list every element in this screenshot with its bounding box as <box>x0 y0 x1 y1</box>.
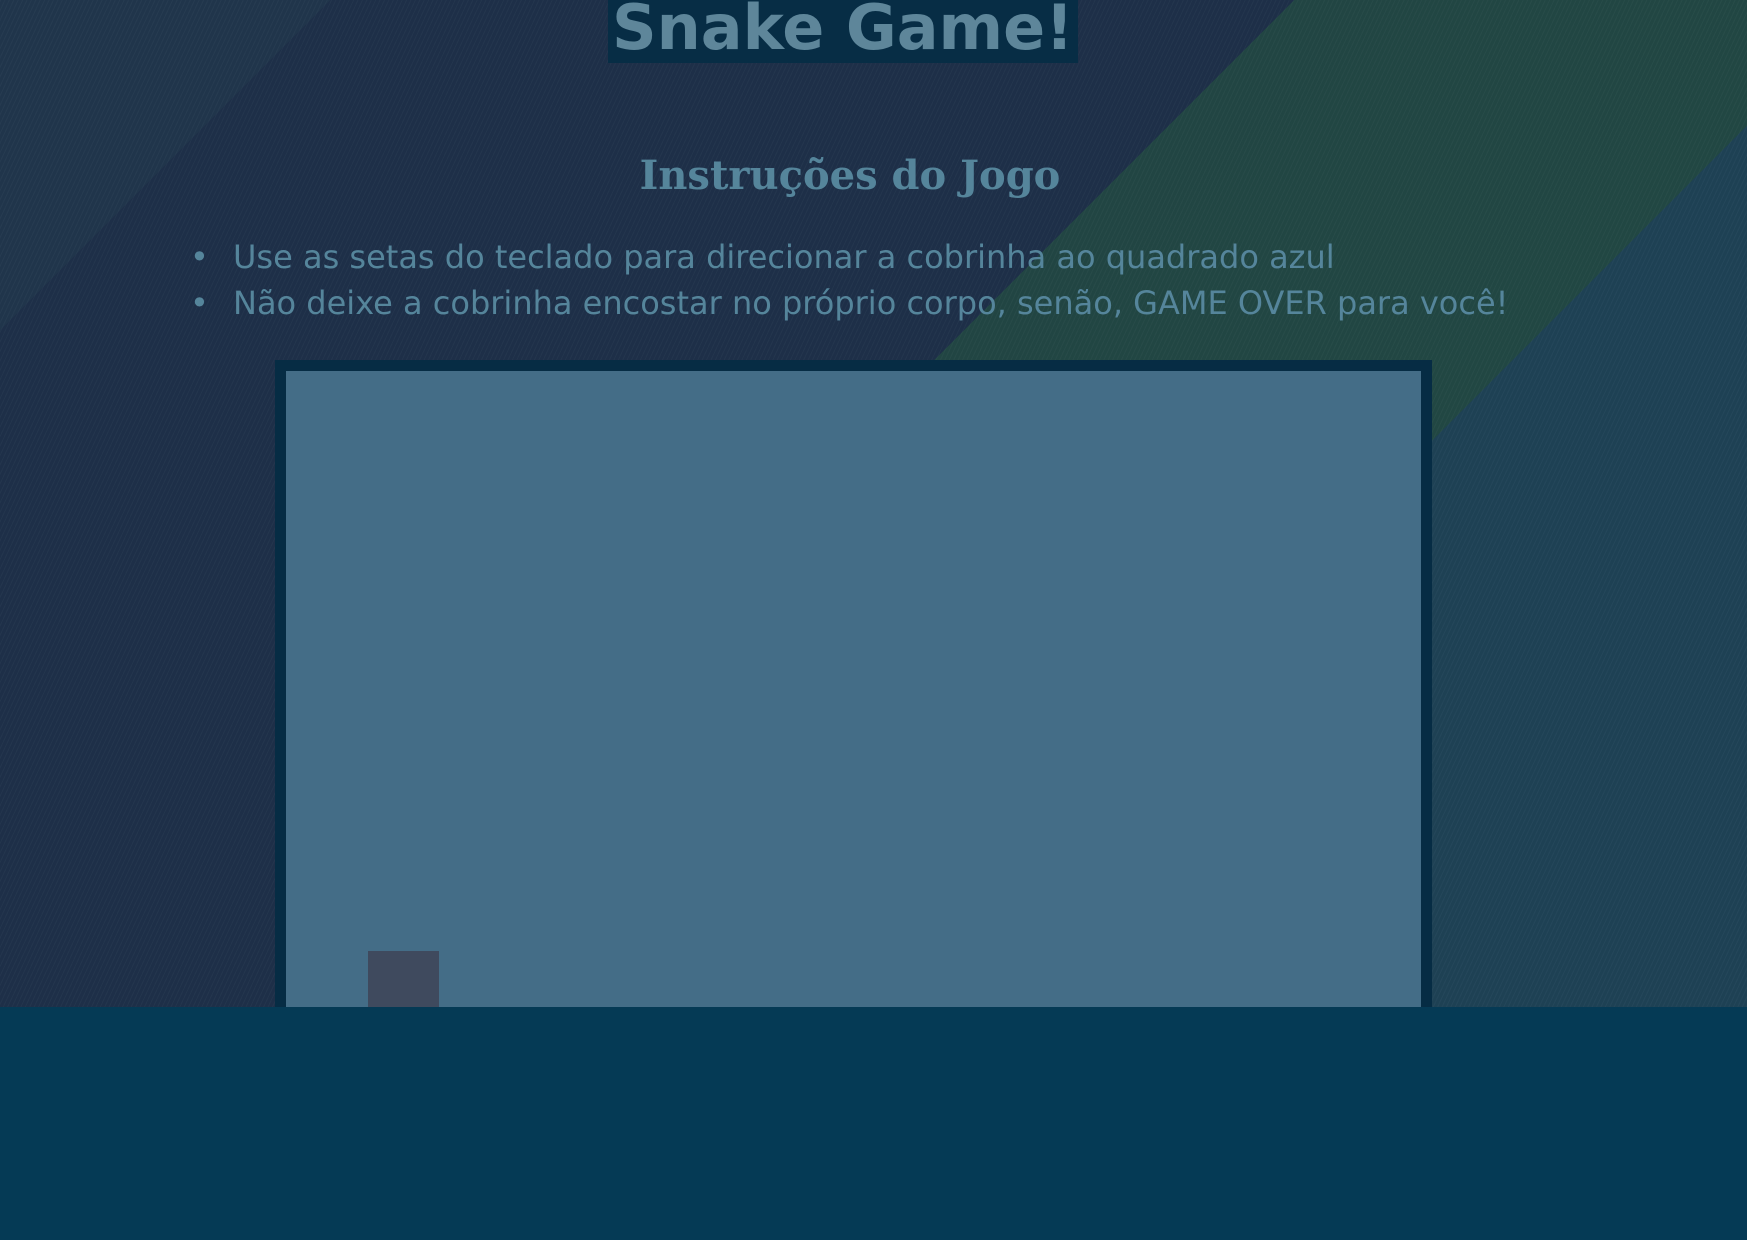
game-board[interactable] <box>275 360 1432 1007</box>
instruction-item: Use as setas do teclado para direcionar … <box>190 234 1508 280</box>
game-title: Snake Game! <box>608 0 1078 63</box>
footer-band <box>0 1007 1747 1240</box>
food-square <box>368 951 439 1007</box>
instructions-list: Use as setas do teclado para direcionar … <box>190 234 1508 326</box>
background-pattern: Snake Game! Instruções do Jogo Use as se… <box>0 0 1747 1007</box>
page: Snake Game! Instruções do Jogo Use as se… <box>0 0 1747 1240</box>
instruction-item: Não deixe a cobrinha encostar no próprio… <box>190 280 1508 326</box>
instructions-heading: Instruções do Jogo <box>639 152 1061 199</box>
